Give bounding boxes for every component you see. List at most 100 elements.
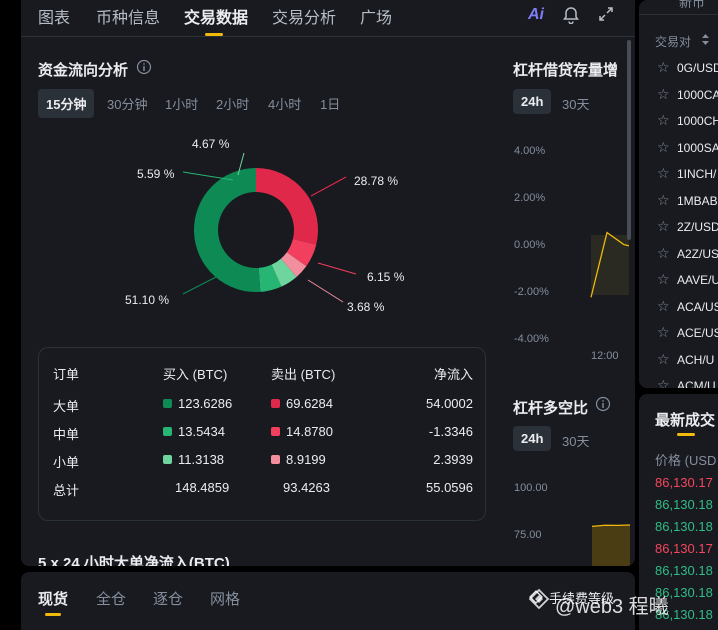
net-value: -1.3346	[428, 424, 473, 439]
tab-trading-data[interactable]: 交易数据	[184, 4, 248, 28]
donut-label-sell-small: 3.68 %	[347, 300, 385, 314]
star-icon[interactable]: ☆	[657, 192, 670, 209]
legend-swatch	[271, 399, 280, 408]
y-tick: 4.00%	[514, 145, 546, 157]
table-cell-buy: 11.3138	[163, 452, 224, 467]
pair-item[interactable]: ACH/U	[677, 353, 714, 367]
legend-swatch	[163, 455, 172, 464]
table-header-order: 订单	[53, 367, 80, 382]
tab-cross[interactable]: 全仓	[96, 588, 126, 609]
star-icon[interactable]: ☆	[657, 351, 670, 368]
tab-isolated[interactable]: 逐仓	[153, 588, 183, 609]
interval-30m[interactable]: 30分钟	[107, 94, 147, 113]
expand-icon[interactable]	[598, 6, 614, 22]
pair-item[interactable]: 2Z/USD	[677, 220, 718, 234]
star-icon[interactable]: ☆	[657, 165, 670, 182]
pair-item[interactable]: 1000SA	[677, 141, 718, 155]
tab-trading-analysis[interactable]: 交易分析	[272, 4, 336, 28]
pair-item[interactable]: A2Z/US	[677, 247, 718, 261]
buy-value: 123.6286	[178, 396, 233, 411]
watermark-text: @web3 程曦	[555, 596, 669, 618]
active-tab-indicator	[45, 613, 61, 616]
table-cell-sell: 69.6284	[271, 396, 333, 411]
legend-swatch	[271, 427, 280, 436]
fund-flow-title: 资金流向分析	[38, 62, 129, 79]
star-icon[interactable]: ☆	[657, 377, 670, 388]
tab-new-coins[interactable]: 新币	[679, 0, 705, 11]
star-icon[interactable]: ☆	[657, 271, 670, 288]
trading-data-panel: 图表 币种信息 交易数据 交易分析 广场 Ai 资金流向分析 15分钟 30分钟…	[21, 0, 635, 566]
tab-coin-info[interactable]: 币种信息	[96, 4, 160, 28]
pair-item[interactable]: 1000CH	[677, 114, 718, 128]
donut-slice-5	[194, 168, 261, 292]
ratio-interval-24h[interactable]: 24h	[513, 426, 552, 451]
table-header-sell: 卖出 (BTC)	[271, 367, 336, 382]
star-icon[interactable]: ☆	[657, 139, 670, 156]
ai-button[interactable]: Ai	[528, 6, 544, 24]
watermark-logo	[528, 588, 550, 610]
tab-grid[interactable]: 网格	[210, 588, 240, 609]
table-header-net: 净流入	[433, 367, 473, 382]
buy-value: 13.5434	[178, 424, 225, 439]
star-icon[interactable]: ☆	[657, 245, 670, 262]
interval-2h[interactable]: 2小时	[216, 94, 249, 113]
pair-item[interactable]: AAVE/U	[677, 273, 718, 287]
bell-icon[interactable]	[563, 6, 579, 24]
trade-price: 86,130.17	[655, 541, 713, 556]
donut-slice-2	[280, 251, 307, 277]
info-icon[interactable]	[595, 396, 611, 412]
interval-1h[interactable]: 1小时	[165, 94, 198, 113]
trade-price: 86,130.17	[655, 475, 713, 490]
donut-slice-4	[258, 264, 282, 292]
star-icon[interactable]: ☆	[657, 86, 670, 103]
sell-value: 14.8780	[286, 424, 333, 439]
ratio-interval-30d[interactable]: 30天	[562, 431, 589, 450]
scrollbar[interactable]	[627, 40, 631, 240]
y-tick: -4.00%	[514, 333, 549, 345]
star-icon[interactable]: ☆	[657, 59, 670, 76]
pair-item[interactable]: 1INCH/	[677, 167, 716, 181]
pair-item[interactable]: 1MBAB	[677, 194, 718, 208]
interval-4h[interactable]: 4小时	[268, 94, 301, 113]
pair-item[interactable]: 1000CA	[677, 88, 718, 102]
legend-swatch	[163, 399, 172, 408]
tab-square[interactable]: 广场	[360, 4, 392, 28]
info-icon[interactable]	[136, 59, 152, 75]
interval-15m[interactable]: 15分钟	[38, 89, 95, 118]
row-label-total: 总计	[53, 483, 80, 498]
donut-label-buy-medium: 5.59 %	[137, 167, 175, 181]
star-icon[interactable]: ☆	[657, 112, 670, 129]
y-tick: 75.00	[514, 529, 542, 541]
star-icon[interactable]: ☆	[657, 218, 670, 235]
star-icon[interactable]: ☆	[657, 324, 670, 341]
row-label-small: 小单	[53, 455, 80, 470]
trade-price: 86,130.18	[655, 519, 713, 534]
table-header-buy: 买入 (BTC)	[163, 367, 228, 382]
margin-growth-title: 杠杆借贷存量增	[513, 62, 619, 79]
large-order-inflow-title: 5 x 24 小时大单净流入(BTC)	[38, 555, 230, 566]
donut-label-sell-medium: 6.15 %	[367, 270, 405, 284]
sort-icon[interactable]	[702, 34, 709, 45]
pair-item[interactable]: ACE/US	[677, 326, 718, 340]
legend-swatch	[163, 427, 172, 436]
pair-item[interactable]: ACM/U	[677, 379, 716, 388]
y-tick: 0.00%	[514, 239, 546, 251]
tab-chart[interactable]: 图表	[38, 4, 70, 28]
row-label-medium: 中单	[53, 427, 80, 442]
pairs-list-panel: 新币 交易对 ☆ 0G/USD ☆ 1000CA ☆ 1000CH ☆ 1000SA ☆ 1INC…	[639, 0, 718, 388]
net-value: 55.0596	[426, 480, 473, 495]
y-tick: -2.00%	[514, 286, 549, 298]
buy-value: 148.4859	[175, 480, 230, 495]
donut-slice-0	[255, 168, 318, 245]
star-icon[interactable]: ☆	[657, 298, 670, 315]
pair-item[interactable]: 0G/USD	[677, 61, 718, 75]
sort-by-pair[interactable]: 交易对	[655, 33, 691, 50]
interval-1d[interactable]: 1日	[320, 94, 340, 113]
pair-item[interactable]: ACA/US	[677, 300, 718, 314]
donut-label-sell-large: 28.78 %	[354, 174, 399, 188]
active-tab-indicator	[205, 33, 223, 36]
margin-interval-30d[interactable]: 30天	[562, 94, 589, 113]
fund-flow-table: 订单 买入 (BTC) 卖出 (BTC) 净流入 大单 123.6286 69.…	[38, 347, 486, 521]
margin-interval-24h[interactable]: 24h	[513, 89, 552, 114]
tab-spot[interactable]: 现货	[38, 588, 68, 609]
